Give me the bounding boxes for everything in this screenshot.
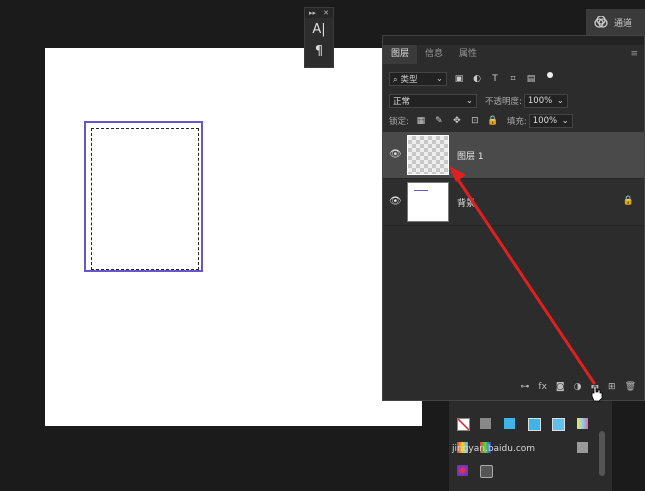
layers-panel: 图层 信息 属性 ≡ ⌕ 类型 ⌄ ▣ ◐ T ⌗ ▤ 正常 ⌄ 不透明度: 1…	[382, 35, 645, 401]
tab-info[interactable]: 信息	[417, 45, 451, 64]
layer-row-background[interactable]: 👁 背景 🔒	[383, 179, 644, 226]
selection-marquee	[91, 128, 199, 270]
channels-label: 通道	[614, 18, 633, 29]
opacity-label: 不透明度:	[485, 97, 522, 107]
chevron-down-icon: ⌄	[556, 96, 564, 106]
collapse-icon[interactable]: ▸▸	[309, 8, 316, 18]
layer-row-layer1[interactable]: 👁 图层 1	[383, 132, 644, 179]
panel-tabs: 图层 信息 属性	[383, 45, 485, 64]
fill-label: 填充:	[506, 117, 527, 127]
shape-filter-icon[interactable]: ⌗	[507, 74, 519, 84]
filter-toggle-icon[interactable]	[547, 72, 553, 78]
style-swatch[interactable]	[577, 418, 588, 429]
lock-label: 锁定:	[389, 117, 409, 127]
layer-thumbnail	[407, 135, 449, 175]
adjustment-filter-icon[interactable]: ◐	[471, 74, 483, 84]
layer-name[interactable]: 图层 1	[457, 149, 484, 162]
layers-bottom-bar: ⊶ fx ◙ ◑ ▬ ⊞ 🗑	[383, 377, 644, 397]
tab-layers[interactable]: 图层	[383, 45, 418, 64]
link-layers-icon[interactable]: ⊶	[520, 382, 529, 392]
watermark-text: jingyan.baidu.com	[452, 444, 536, 454]
channels-icon	[594, 16, 608, 28]
fx-icon[interactable]: fx	[538, 382, 547, 392]
eye-icon[interactable]: 👁	[389, 149, 402, 160]
lock-icon: 🔒	[622, 196, 634, 206]
blend-mode-value: 正常	[393, 97, 411, 107]
blend-mode-select[interactable]: 正常 ⌄	[389, 94, 477, 108]
fill-value: 100%	[532, 116, 558, 126]
chevron-down-icon: ⌄	[465, 96, 473, 106]
style-swatch[interactable]	[480, 418, 491, 429]
layer-name[interactable]: 背景	[457, 196, 475, 209]
lock-position-icon[interactable]: ✥	[451, 116, 463, 126]
character-panel-icon[interactable]: A|	[305, 18, 333, 40]
panel-menu-icon[interactable]: ≡	[630, 49, 638, 59]
smart-object-filter-icon[interactable]: ▤	[525, 74, 537, 84]
style-swatch[interactable]	[457, 465, 468, 476]
channels-tab[interactable]: 通道	[586, 9, 645, 35]
opacity-value: 100%	[527, 96, 553, 106]
close-icon[interactable]: ✕	[323, 8, 329, 18]
panel-header: ▸▸ ✕	[305, 8, 333, 18]
tab-properties[interactable]: 属性	[451, 45, 485, 64]
style-swatch[interactable]	[552, 418, 565, 431]
character-paragraph-panel: ▸▸ ✕ A| ¶	[304, 7, 334, 68]
layer-thumbnail	[407, 182, 449, 222]
eye-icon[interactable]: 👁	[389, 196, 402, 207]
paragraph-panel-icon[interactable]: ¶	[305, 40, 333, 62]
lock-transparent-icon[interactable]: ▦	[415, 116, 427, 126]
style-swatch[interactable]	[504, 418, 515, 429]
style-none-swatch[interactable]	[457, 418, 470, 431]
blend-row: 正常 ⌄ 不透明度: 100% ⌄	[383, 92, 644, 110]
lock-image-icon[interactable]: ✎	[433, 116, 445, 126]
opacity-field[interactable]: 100% ⌄	[523, 94, 568, 108]
new-layer-icon[interactable]: ⊞	[608, 382, 616, 392]
chevron-down-icon: ⌄	[561, 116, 569, 126]
style-swatch[interactable]	[528, 418, 541, 431]
chevron-down-icon: ⌄	[435, 74, 443, 84]
fill-field[interactable]: 100% ⌄	[528, 114, 573, 128]
swatches-scrollbar[interactable]	[599, 431, 605, 476]
filter-row: ⌕ 类型 ⌄ ▣ ◐ T ⌗ ▤	[383, 69, 644, 89]
style-swatch[interactable]	[480, 465, 493, 478]
filter-kind-label: ⌕ 类型	[393, 75, 418, 85]
delete-layer-icon[interactable]: 🗑	[625, 382, 636, 392]
adjustment-layer-icon[interactable]: ◑	[574, 382, 582, 392]
panel-top-bar	[383, 36, 644, 45]
lock-row: 锁定: ▦ ✎ ✥ ⊡ 🔒 填充: 100% ⌄	[383, 112, 644, 130]
type-filter-icon[interactable]: T	[489, 74, 501, 84]
pixel-filter-icon[interactable]: ▣	[453, 74, 465, 84]
style-swatch[interactable]	[577, 442, 588, 453]
filter-kind-select[interactable]: ⌕ 类型 ⌄	[389, 72, 447, 86]
lock-artboard-icon[interactable]: ⊡	[469, 116, 481, 126]
lock-all-icon[interactable]: 🔒	[487, 116, 499, 126]
hand-cursor-icon	[591, 385, 603, 402]
add-mask-icon[interactable]: ◙	[556, 382, 565, 392]
